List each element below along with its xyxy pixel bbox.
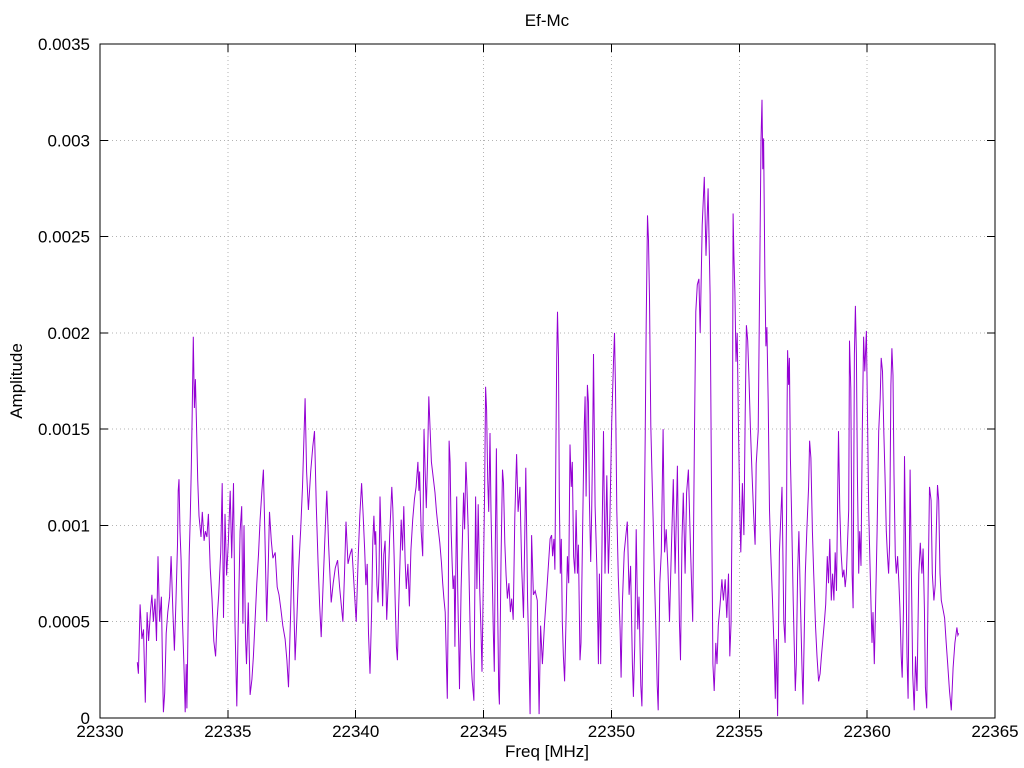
- line-chart: 22330 22335 22340 22345 22350 22355 22360 22365…: [7, 11, 1019, 761]
- x-tick-label: 22335: [204, 722, 251, 741]
- y-tick-label: 0.0025: [38, 228, 90, 247]
- x-tick-label: 22355: [716, 722, 763, 741]
- plot-grid: [100, 44, 995, 718]
- axis-ticks: [99, 43, 996, 719]
- x-tick-label: 22345: [460, 722, 507, 741]
- y-tick-label: 0.003: [47, 131, 90, 150]
- x-axis-label: Freq [MHz]: [505, 742, 589, 761]
- y-tick-label: 0.0005: [38, 613, 90, 632]
- series-line: [136, 99, 960, 717]
- x-tick-label: 22340: [332, 722, 379, 741]
- y-tick-label: 0.002: [47, 324, 90, 343]
- y-tick-label: 0: [81, 709, 90, 728]
- gnuplot-canvas: 22330 22335 22340 22345 22350 22355 22360 22365…: [0, 0, 1024, 768]
- chart-title: Ef-Mc: [525, 11, 570, 30]
- y-tick-label: 0.001: [47, 516, 90, 535]
- series-polyline: [136, 99, 960, 717]
- x-tick-label: 22350: [588, 722, 635, 741]
- x-tick-label: 22360: [844, 722, 891, 741]
- x-tick-labels: 22330 22335 22340 22345 22350 22355 22360 22365: [76, 722, 1018, 741]
- x-tick-label: 22365: [971, 722, 1018, 741]
- plot-border: [99, 43, 996, 719]
- y-axis-label: Amplitude: [7, 343, 26, 419]
- y-tick-labels: 0 0.0005 0.001 0.0015 0.002 0.0025 0.003 0.0035: [38, 35, 90, 728]
- y-tick-label: 0.0015: [38, 420, 90, 439]
- y-tick-label: 0.0035: [38, 35, 90, 54]
